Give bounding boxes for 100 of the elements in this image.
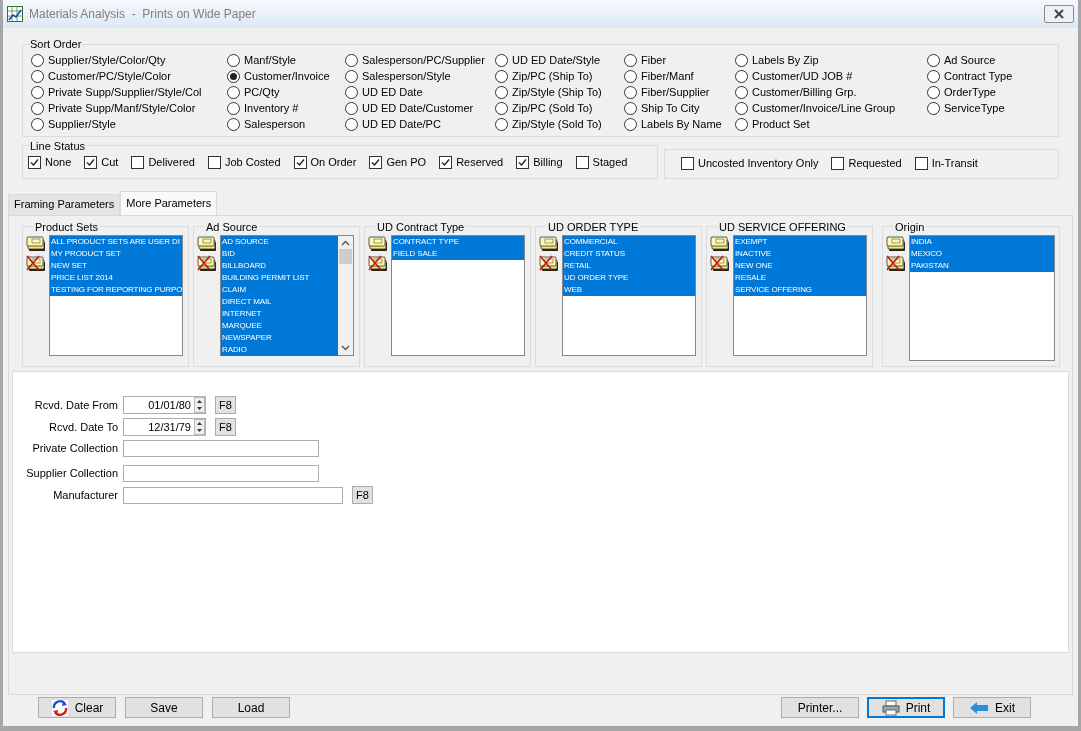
dialog-button[interactable]: Load [212, 697, 290, 718]
tab[interactable]: More Parameters [120, 190, 218, 215]
list-item[interactable]: SERVICE OFFERING [734, 284, 866, 296]
list-item[interactable]: PRICE LIST 2014 [50, 272, 182, 284]
checkbox[interactable] [369, 155, 383, 169]
list-item[interactable]: MEXICO [910, 248, 1054, 260]
dialog-button[interactable]: Clear [38, 697, 116, 718]
list-box[interactable]: ALL PRODUCT SETS ARE USER DI MY PRODUCT SET NEW SET PRICE LIST 2014 TESTING FOR REPORTING PURPO [49, 235, 183, 356]
radio-button[interactable] [735, 54, 748, 67]
radio-button[interactable] [495, 54, 508, 67]
list-item[interactable]: MARQUEE [221, 320, 338, 332]
radio-button[interactable] [735, 102, 748, 115]
radio-button[interactable] [345, 54, 358, 67]
list-item[interactable]: CLAIM [221, 284, 338, 296]
radio-button[interactable] [495, 118, 508, 131]
list-item[interactable]: UD ORDER TYPE [563, 272, 695, 284]
deselect-all-icon[interactable] [26, 255, 46, 273]
list-item[interactable]: FIELD SALE [392, 248, 524, 260]
radio-button[interactable] [927, 102, 940, 115]
lookup-button[interactable]: F8 [352, 486, 373, 504]
list-item[interactable]: TESTING FOR REPORTING PURPO [50, 284, 182, 296]
checkbox[interactable] [681, 157, 694, 170]
close-button[interactable] [1044, 5, 1074, 23]
radio-button[interactable] [495, 86, 508, 99]
list-item[interactable]: RADIO [221, 344, 338, 356]
select-all-icon[interactable] [539, 235, 559, 253]
list-item[interactable]: COMMERCIAL [563, 236, 695, 248]
list-item[interactable]: PAKISTAN [910, 260, 1054, 272]
radio-button[interactable] [624, 118, 637, 131]
radio-button[interactable] [927, 70, 940, 83]
list-item[interactable]: INACTIVE [734, 248, 866, 260]
list-item[interactable]: CREDIT STATUS [563, 248, 695, 260]
radio-button[interactable] [495, 70, 508, 83]
list-box[interactable]: AD SOURCE BID BILLBOARD BUILDING PERMIT LIST CLAIM DIRECT MAIL INTERNET MARQUEE NEWSPAPER RADIO [220, 235, 354, 356]
radio-button[interactable] [227, 86, 240, 99]
date-field[interactable]: 12/31/79 [123, 418, 206, 436]
list-item[interactable]: AD SOURCE [221, 236, 338, 248]
radio-button[interactable] [31, 118, 44, 131]
select-all-icon[interactable] [886, 235, 906, 253]
list-item[interactable]: DIRECT MAIL [221, 296, 338, 308]
list-item[interactable]: CONTRACT TYPE [392, 236, 524, 248]
radio-button[interactable] [345, 86, 358, 99]
list-item[interactable]: RESALE [734, 272, 866, 284]
deselect-all-icon[interactable] [368, 255, 388, 273]
radio-button[interactable] [31, 102, 44, 115]
list-box[interactable]: EXEMPT INACTIVE NEW ONE RESALE SERVICE OFFERING [733, 235, 867, 356]
deselect-all-icon[interactable] [197, 255, 217, 273]
radio-button[interactable] [927, 86, 940, 99]
dialog-button[interactable]: Save [125, 697, 203, 718]
radio-button[interactable] [735, 86, 748, 99]
date-field[interactable]: 01/01/80 [123, 396, 206, 414]
deselect-all-icon[interactable] [539, 255, 559, 273]
list-item[interactable]: EXEMPT [734, 236, 866, 248]
lookup-button[interactable]: F8 [215, 418, 236, 436]
checkbox[interactable] [131, 155, 145, 169]
radio-button[interactable] [495, 102, 508, 115]
scroll-thumb[interactable] [339, 249, 352, 264]
deselect-all-icon[interactable] [886, 255, 906, 273]
select-all-icon[interactable] [26, 235, 46, 253]
checkbox[interactable] [84, 155, 98, 169]
checkbox[interactable] [914, 157, 928, 170]
radio-button[interactable] [31, 86, 44, 99]
radio-button[interactable] [735, 70, 748, 83]
text-field[interactable] [123, 465, 319, 482]
radio-button[interactable] [227, 70, 240, 83]
list-item[interactable]: RETAIL [563, 260, 695, 272]
checkbox[interactable] [575, 155, 589, 169]
list-item[interactable]: MY PRODUCT SET [50, 248, 182, 260]
radio-button[interactable] [345, 102, 358, 115]
radio-button[interactable] [227, 118, 240, 131]
list-item[interactable]: NEWSPAPER [221, 332, 338, 344]
dialog-button[interactable]: Exit [953, 697, 1031, 718]
list-item[interactable]: ALL PRODUCT SETS ARE USER DI [50, 236, 182, 248]
list-item[interactable]: BID [221, 248, 338, 260]
select-all-icon[interactable] [710, 235, 730, 253]
list-item[interactable]: INTERNET [221, 308, 338, 320]
radio-button[interactable] [624, 102, 637, 115]
print-button[interactable]: Print [867, 697, 945, 718]
radio-button[interactable] [31, 54, 44, 67]
deselect-all-icon[interactable] [710, 255, 730, 273]
radio-button[interactable] [735, 118, 748, 131]
checkbox[interactable] [207, 155, 221, 169]
radio-button[interactable] [624, 70, 637, 83]
dialog-button[interactable]: Printer... [781, 697, 859, 718]
radio-button[interactable] [624, 54, 637, 67]
list-box[interactable]: CONTRACT TYPE FIELD SALE [391, 235, 525, 356]
checkbox[interactable] [439, 155, 453, 169]
radio-button[interactable] [927, 54, 940, 67]
checkbox[interactable] [293, 155, 307, 169]
radio-button[interactable] [345, 70, 358, 83]
radio-button[interactable] [31, 70, 44, 83]
scrollbar[interactable] [338, 236, 353, 355]
checkbox[interactable] [28, 155, 41, 169]
list-item[interactable]: BUILDING PERMIT LIST [221, 272, 338, 284]
checkbox[interactable] [831, 157, 845, 170]
list-box[interactable]: INDIA MEXICO PAKISTAN [909, 235, 1055, 361]
list-item[interactable]: INDIA [910, 236, 1054, 248]
radio-button[interactable] [227, 102, 240, 115]
select-all-icon[interactable] [368, 235, 388, 253]
text-field[interactable] [123, 486, 343, 504]
